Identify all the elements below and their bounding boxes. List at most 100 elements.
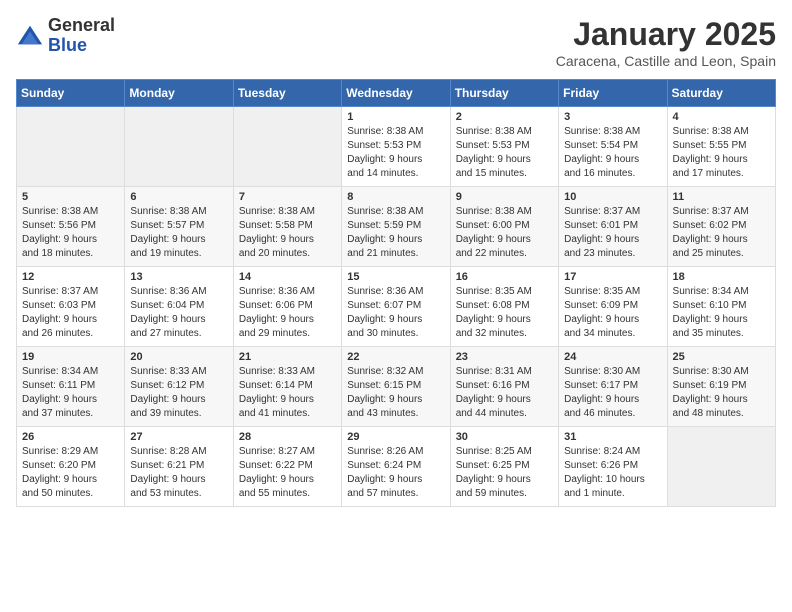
- day-info: Sunrise: 8:26 AM Sunset: 6:24 PM Dayligh…: [347, 445, 444, 501]
- day-cell: 2Sunrise: 8:38 AM Sunset: 5:53 PM Daylig…: [450, 107, 558, 187]
- day-number: 26: [22, 431, 119, 443]
- week-row-5: 26 Sunrise: 8:29 AM Sunset: 6:20 PM Dayli…: [17, 427, 776, 507]
- weekday-header-sunday: Sunday: [17, 80, 125, 107]
- day-cell: 18 Sunrise: 8:34 AM Sunset: 6:10 PM Dayli…: [667, 267, 775, 347]
- day-info: Sunrise: 8:38 AM Sunset: 5:53 PM Dayligh…: [456, 125, 553, 181]
- week-row-1: 1Sunrise: 8:38 AM Sunset: 5:53 PM Daylig…: [17, 107, 776, 187]
- day-cell: 22 Sunrise: 8:32 AM Sunset: 6:15 PM Dayli…: [342, 347, 450, 427]
- day-cell: 8Sunrise: 8:38 AM Sunset: 5:59 PM Daylig…: [342, 187, 450, 267]
- day-cell: 28 Sunrise: 8:27 AM Sunset: 6:22 PM Dayli…: [233, 427, 341, 507]
- day-number: 5: [22, 191, 119, 203]
- day-cell: 26 Sunrise: 8:29 AM Sunset: 6:20 PM Dayli…: [17, 427, 125, 507]
- day-cell: 30 Sunrise: 8:25 AM Sunset: 6:25 PM Dayli…: [450, 427, 558, 507]
- weekday-header-monday: Monday: [125, 80, 233, 107]
- day-cell: 3Sunrise: 8:38 AM Sunset: 5:54 PM Daylig…: [559, 107, 667, 187]
- title-block: January 2025 Caracena, Castille and Leon…: [556, 16, 776, 69]
- day-cell: 7 Sunrise: 8:38 AM Sunset: 5:58 PM Daylig…: [233, 187, 341, 267]
- day-cell: 11Sunrise: 8:37 AM Sunset: 6:02 PM Dayli…: [667, 187, 775, 267]
- day-number: 22: [347, 351, 444, 363]
- day-cell: 21 Sunrise: 8:33 AM Sunset: 6:14 PM Dayli…: [233, 347, 341, 427]
- day-info: Sunrise: 8:32 AM Sunset: 6:15 PM Dayligh…: [347, 365, 444, 421]
- month-title: January 2025: [556, 16, 776, 53]
- day-number: 27: [130, 431, 227, 443]
- day-cell: 9 Sunrise: 8:38 AM Sunset: 6:00 PM Daylig…: [450, 187, 558, 267]
- day-cell: 23 Sunrise: 8:31 AM Sunset: 6:16 PM Dayli…: [450, 347, 558, 427]
- day-number: 11: [673, 191, 770, 203]
- day-info: Sunrise: 8:38 AM Sunset: 6:00 PM Dayligh…: [456, 205, 553, 261]
- day-number: 10: [564, 191, 661, 203]
- day-cell: [667, 427, 775, 507]
- day-number: 28: [239, 431, 336, 443]
- day-number: 29: [347, 431, 444, 443]
- day-number: 17: [564, 271, 661, 283]
- day-info: Sunrise: 8:33 AM Sunset: 6:12 PM Dayligh…: [130, 365, 227, 421]
- day-cell: 1Sunrise: 8:38 AM Sunset: 5:53 PM Daylig…: [342, 107, 450, 187]
- day-info: Sunrise: 8:38 AM Sunset: 5:53 PM Dayligh…: [347, 125, 444, 181]
- day-number: 19: [22, 351, 119, 363]
- day-cell: 25 Sunrise: 8:30 AM Sunset: 6:19 PM Dayli…: [667, 347, 775, 427]
- day-cell: [125, 107, 233, 187]
- day-info: Sunrise: 8:31 AM Sunset: 6:16 PM Dayligh…: [456, 365, 553, 421]
- day-cell: [233, 107, 341, 187]
- day-cell: [17, 107, 125, 187]
- day-number: 20: [130, 351, 227, 363]
- day-info: Sunrise: 8:35 AM Sunset: 6:08 PM Dayligh…: [456, 285, 553, 341]
- day-info: Sunrise: 8:35 AM Sunset: 6:09 PM Dayligh…: [564, 285, 661, 341]
- day-cell: 4 Sunrise: 8:38 AM Sunset: 5:55 PM Daylig…: [667, 107, 775, 187]
- day-info: Sunrise: 8:28 AM Sunset: 6:21 PM Dayligh…: [130, 445, 227, 501]
- location-title: Caracena, Castille and Leon, Spain: [556, 53, 776, 69]
- week-row-2: 5 Sunrise: 8:38 AM Sunset: 5:56 PM Daylig…: [17, 187, 776, 267]
- calendar-table: SundayMondayTuesdayWednesdayThursdayFrid…: [16, 79, 776, 507]
- day-info: Sunrise: 8:30 AM Sunset: 6:19 PM Dayligh…: [673, 365, 770, 421]
- day-number: 16: [456, 271, 553, 283]
- day-info: Sunrise: 8:33 AM Sunset: 6:14 PM Dayligh…: [239, 365, 336, 421]
- day-info: Sunrise: 8:30 AM Sunset: 6:17 PM Dayligh…: [564, 365, 661, 421]
- day-info: Sunrise: 8:38 AM Sunset: 5:59 PM Dayligh…: [347, 205, 444, 261]
- day-number: 3: [564, 111, 661, 123]
- day-cell: 12 Sunrise: 8:37 AM Sunset: 6:03 PM Dayli…: [17, 267, 125, 347]
- weekday-header-wednesday: Wednesday: [342, 80, 450, 107]
- weekday-header-friday: Friday: [559, 80, 667, 107]
- day-number: 23: [456, 351, 553, 363]
- weekday-header-tuesday: Tuesday: [233, 80, 341, 107]
- day-number: 7: [239, 191, 336, 203]
- day-info: Sunrise: 8:34 AM Sunset: 6:10 PM Dayligh…: [673, 285, 770, 341]
- day-info: Sunrise: 8:34 AM Sunset: 6:11 PM Dayligh…: [22, 365, 119, 421]
- logo-general-text: General: [48, 16, 115, 36]
- day-cell: 13 Sunrise: 8:36 AM Sunset: 6:04 PM Dayli…: [125, 267, 233, 347]
- day-cell: 16 Sunrise: 8:35 AM Sunset: 6:08 PM Dayli…: [450, 267, 558, 347]
- day-info: Sunrise: 8:36 AM Sunset: 6:04 PM Dayligh…: [130, 285, 227, 341]
- day-number: 18: [673, 271, 770, 283]
- day-number: 13: [130, 271, 227, 283]
- day-cell: 31Sunrise: 8:24 AM Sunset: 6:26 PM Dayli…: [559, 427, 667, 507]
- day-number: 30: [456, 431, 553, 443]
- day-info: Sunrise: 8:29 AM Sunset: 6:20 PM Dayligh…: [22, 445, 119, 501]
- day-info: Sunrise: 8:38 AM Sunset: 5:58 PM Dayligh…: [239, 205, 336, 261]
- day-info: Sunrise: 8:27 AM Sunset: 6:22 PM Dayligh…: [239, 445, 336, 501]
- day-number: 15: [347, 271, 444, 283]
- day-number: 12: [22, 271, 119, 283]
- logo: General Blue: [16, 16, 115, 56]
- day-info: Sunrise: 8:38 AM Sunset: 5:55 PM Dayligh…: [673, 125, 770, 181]
- day-cell: 10 Sunrise: 8:37 AM Sunset: 6:01 PM Dayli…: [559, 187, 667, 267]
- logo-blue-text: Blue: [48, 36, 115, 56]
- day-info: Sunrise: 8:36 AM Sunset: 6:06 PM Dayligh…: [239, 285, 336, 341]
- day-info: Sunrise: 8:38 AM Sunset: 5:57 PM Dayligh…: [130, 205, 227, 261]
- day-number: 31: [564, 431, 661, 443]
- day-cell: 17 Sunrise: 8:35 AM Sunset: 6:09 PM Dayli…: [559, 267, 667, 347]
- page-header: General Blue January 2025 Caracena, Cast…: [16, 16, 776, 69]
- day-number: 14: [239, 271, 336, 283]
- day-number: 25: [673, 351, 770, 363]
- day-cell: 6 Sunrise: 8:38 AM Sunset: 5:57 PM Daylig…: [125, 187, 233, 267]
- day-number: 4: [673, 111, 770, 123]
- day-number: 6: [130, 191, 227, 203]
- day-cell: 27 Sunrise: 8:28 AM Sunset: 6:21 PM Dayli…: [125, 427, 233, 507]
- day-info: Sunrise: 8:38 AM Sunset: 5:56 PM Dayligh…: [22, 205, 119, 261]
- day-info: Sunrise: 8:37 AM Sunset: 6:03 PM Dayligh…: [22, 285, 119, 341]
- day-info: Sunrise: 8:25 AM Sunset: 6:25 PM Dayligh…: [456, 445, 553, 501]
- day-number: 21: [239, 351, 336, 363]
- day-info: Sunrise: 8:37 AM Sunset: 6:01 PM Dayligh…: [564, 205, 661, 261]
- week-row-3: 12 Sunrise: 8:37 AM Sunset: 6:03 PM Dayli…: [17, 267, 776, 347]
- day-number: 9: [456, 191, 553, 203]
- day-cell: 29 Sunrise: 8:26 AM Sunset: 6:24 PM Dayli…: [342, 427, 450, 507]
